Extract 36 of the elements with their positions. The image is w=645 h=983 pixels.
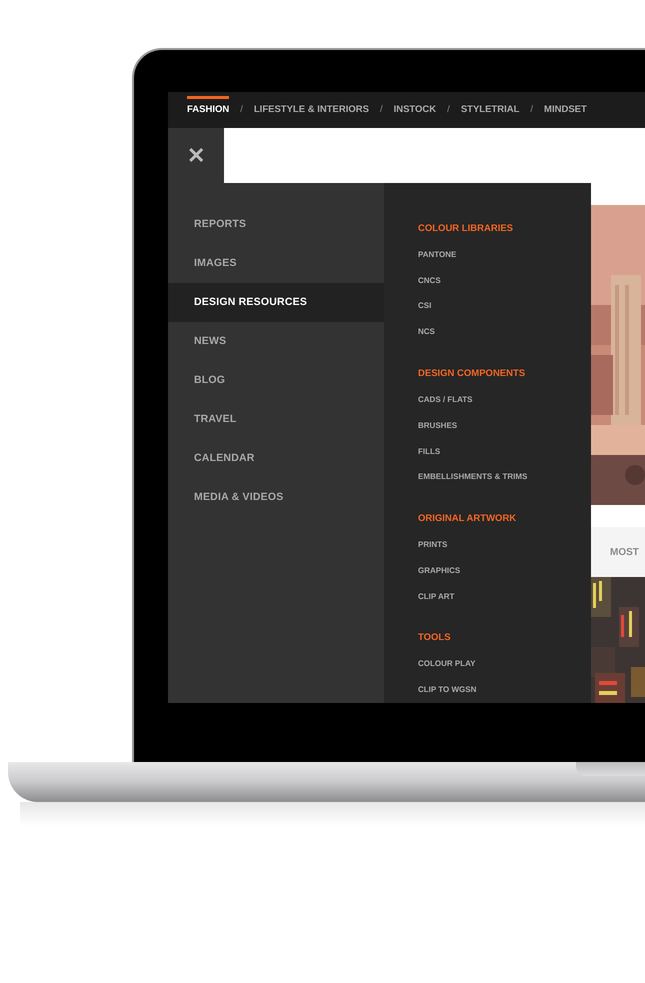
submenu-item[interactable]: CNCS	[418, 268, 441, 294]
submenu-item[interactable]: CSI	[418, 293, 432, 320]
sidebar-item[interactable]: NEWS	[168, 322, 384, 361]
submenu-heading: TOOLS	[418, 631, 451, 646]
nav-tab[interactable]: STYLETRIAL	[460, 102, 520, 118]
submenu-item[interactable]: GRAPHICS	[418, 558, 460, 584]
sidebar-item[interactable]: TRAVEL	[168, 400, 384, 439]
nav-separator: /	[447, 102, 450, 117]
nav-tab[interactable]: MINDSET	[544, 102, 587, 118]
submenu-item[interactable]: CADS / FLATS	[418, 386, 473, 413]
submenu-heading: DESIGN COMPONENTS	[418, 366, 526, 381]
submenu-item[interactable]: NCS	[418, 319, 435, 346]
submenu-heading: ORIGINAL ARTWORK	[418, 512, 516, 526]
sidebar-item[interactable]: DESIGN RESOURCES	[168, 283, 384, 322]
nav-separator: /	[240, 102, 243, 117]
sidebar-item[interactable]: REPORTS	[168, 205, 384, 244]
nav-tab[interactable]: LIFESTYLE & INTERIORS	[254, 102, 369, 118]
nav-separator: /	[530, 102, 534, 117]
submenu-item[interactable]: CLIP ART	[418, 584, 454, 610]
sidebar-item[interactable]: BLOG	[168, 361, 384, 400]
submenu-heading: COLOUR LIBRARIES	[418, 222, 513, 236]
nav-tab[interactable]: FASHION	[187, 96, 230, 124]
sidebar-item[interactable]: MEDIA & VIDEOS	[168, 478, 384, 517]
nav-separator: /	[380, 102, 383, 117]
submenu-item[interactable]: CLIP TO WGSN	[418, 677, 476, 703]
sidebar-item[interactable]: IMAGES	[168, 244, 384, 283]
submenu-item[interactable]: COLOUR PLAY	[418, 651, 476, 678]
submenu-item[interactable]: EMBELLISHMENTS & TRIMS	[418, 464, 528, 490]
submenu-item[interactable]: PANTONE	[418, 242, 456, 268]
nav-tab[interactable]: INSTOCK	[394, 102, 436, 118]
submenu-item[interactable]: PRINTS	[418, 532, 448, 558]
submenu-item[interactable]: BRUSHES	[418, 412, 458, 439]
search-field[interactable]	[224, 128, 645, 183]
laptop-notch	[576, 762, 645, 776]
sidebar-item[interactable]: CALENDAR	[168, 439, 384, 478]
submenu-item[interactable]: FILLS	[418, 438, 440, 464]
